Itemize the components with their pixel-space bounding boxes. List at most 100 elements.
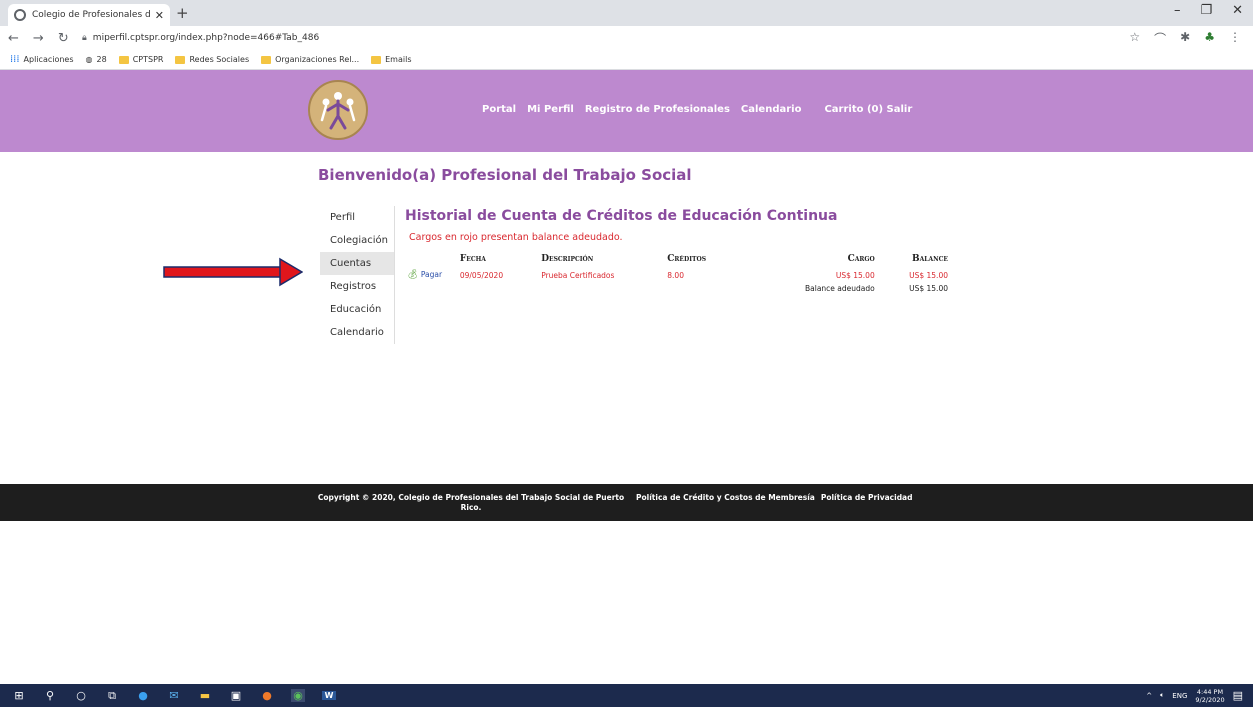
system-clock[interactable]: 4:44 PM 9/2/2020 — [1195, 688, 1224, 704]
cell-balance: US$ 15.00 — [909, 270, 948, 280]
main-nav: Portal Mi Perfil Registro de Profesional… — [482, 104, 912, 115]
cell-cargo: US$ 15.00 — [835, 270, 875, 280]
people-logo-icon — [320, 92, 356, 130]
col-creditos: Créditos — [667, 254, 707, 264]
folder-icon — [371, 55, 382, 64]
footer-links: Política de Crédito y Costos de Membresí… — [636, 493, 913, 502]
file-explorer-icon[interactable]: ▬ — [198, 689, 212, 702]
site-favicon-icon — [14, 9, 26, 21]
nav-portal[interactable]: Portal — [482, 104, 516, 115]
sidebar-item-colegiacion[interactable]: Colegiación — [320, 229, 394, 252]
folder-icon — [261, 55, 272, 64]
red-charges-notice: Cargos en rojo presentan balance adeudad… — [409, 232, 623, 243]
sidebar-item-calendario[interactable]: Calendario — [320, 321, 394, 344]
profile-sidebar: Perfil Colegiación Cuentas Registros Edu… — [320, 206, 395, 344]
bookmark-cptspr[interactable]: CPTSPR — [118, 55, 163, 64]
maximize-button[interactable]: ❐ — [1200, 3, 1212, 18]
apps-grid-icon: ⁞⁞⁞ — [10, 54, 20, 65]
system-tray: ^ 🔈︎ ENG 4:44 PM 9/2/2020 ▤ — [1146, 684, 1243, 707]
nav-mi-perfil[interactable]: Mi Perfil — [527, 104, 574, 115]
clock-date: 9/2/2020 — [1195, 695, 1225, 704]
footer-link-privacy[interactable]: Política de Privacidad — [821, 493, 913, 502]
windows-start-icon[interactable]: ⊞ — [12, 689, 26, 702]
table-row: 💰︎ Pagar 09/05/2020 Prueba Certificados … — [405, 268, 950, 282]
browser-toolbar: ← → ↻ 🔒︎ miperfil.cptspr.org/index.php?n… — [0, 26, 1253, 50]
section-title: Historial de Cuenta de Créditos de Educa… — [405, 208, 838, 224]
bookmark-redes-sociales[interactable]: Redes Sociales — [175, 55, 249, 64]
cortana-icon[interactable]: ○ — [74, 689, 88, 702]
bookmarks-bar: ⁞⁞⁞ Aplicaciones ◍ 28 CPTSPR Redes Sociale… — [0, 50, 1253, 70]
site-footer: Copyright © 2020, Colegio de Profesional… — [0, 484, 1253, 521]
page-title: Bienvenido(a) Profesional del Trabajo So… — [318, 166, 692, 184]
extensions-area: ☆ ⌒ ✱ ♣ ⋮ — [1129, 30, 1241, 47]
star-icon[interactable]: ☆ — [1129, 30, 1140, 47]
red-arrow-annotation-icon — [163, 257, 303, 287]
sidebar-item-cuentas[interactable]: Cuentas — [320, 252, 394, 275]
globe-icon: ◍ — [85, 55, 93, 64]
copyright-text: Copyright © 2020, Colegio de Profesional… — [317, 493, 625, 512]
ledger-table: Fecha Descripción Créditos Cargo Balance… — [405, 254, 950, 295]
speaker-icon[interactable]: 🔈︎ — [1160, 691, 1164, 700]
close-window-button[interactable]: ✕ — [1232, 3, 1243, 18]
lock-icon: 🔒︎ — [82, 33, 87, 43]
col-fecha: Fecha — [459, 254, 486, 264]
address-bar[interactable]: 🔒︎ miperfil.cptspr.org/index.php?node=46… — [82, 29, 1122, 47]
total-value: US$ 15.00 — [909, 284, 948, 293]
folder-icon — [118, 55, 129, 64]
extension-icon[interactable]: ⌒ — [1154, 30, 1166, 47]
bookmark-emails[interactable]: Emails — [371, 55, 412, 64]
notifications-icon[interactable]: ▤ — [1233, 689, 1243, 702]
sidebar-item-educacion[interactable]: Educación — [320, 298, 394, 321]
browser-tabstrip: Colegio de Profesionales del Tra ✕ + – ❐… — [0, 0, 1253, 26]
nav-registro-profesionales[interactable]: Registro de Profesionales — [585, 104, 730, 115]
clock-time: 4:44 PM — [1196, 687, 1224, 696]
back-icon[interactable]: ← — [8, 31, 19, 46]
col-cargo: Cargo — [847, 254, 875, 264]
total-label: Balance adeudado — [805, 284, 875, 293]
chevron-up-icon[interactable]: ^ — [1146, 692, 1152, 700]
total-row: Balance adeudado US$ 15.00 — [405, 282, 950, 295]
nav-calendario[interactable]: Calendario — [741, 104, 802, 115]
task-view-icon[interactable]: ⧉ — [105, 689, 119, 703]
browser-tab[interactable]: Colegio de Profesionales del Tra ✕ — [8, 4, 170, 26]
search-icon[interactable]: ⚲ — [43, 689, 57, 702]
cell-descripcion: Prueba Certificados — [541, 270, 615, 280]
language-indicator[interactable]: ENG — [1172, 692, 1187, 700]
reload-icon[interactable]: ↻ — [58, 31, 69, 46]
windows-taskbar: ⊞ ⚲ ○ ⧉ ● ✉ ▬ ▣ ● ◉ W ^ 🔈︎ ENG 4:44 PM 9… — [0, 684, 1253, 707]
mail-icon[interactable]: ✉ — [167, 689, 181, 702]
word-icon[interactable]: W — [322, 691, 336, 700]
forward-icon[interactable]: → — [33, 31, 44, 46]
folder-icon — [175, 55, 186, 64]
cell-creditos: 8.00 — [667, 270, 684, 280]
account-history: Historial de Cuenta de Créditos de Educa… — [405, 208, 965, 293]
site-logo[interactable] — [308, 80, 368, 140]
chrome-icon[interactable]: ◉ — [291, 689, 305, 702]
money-bag-icon: 💰︎ — [407, 270, 419, 280]
sidebar-item-registros[interactable]: Registros — [320, 275, 394, 298]
footer-link-credit-policy[interactable]: Política de Crédito y Costos de Membresí… — [636, 493, 815, 502]
bookmark-28[interactable]: ◍ 28 — [86, 55, 107, 64]
url-text: miperfil.cptspr.org/index.php?node=466#T… — [92, 33, 320, 43]
profile-avatar-icon[interactable]: ♣ — [1204, 30, 1215, 47]
col-descripcion: Descripción — [541, 254, 594, 264]
menu-kebab-icon[interactable]: ⋮ — [1229, 30, 1241, 47]
bookmark-apps[interactable]: ⁞⁞⁞ Aplicaciones — [10, 54, 74, 65]
site-header: Portal Mi Perfil Registro de Profesional… — [0, 70, 1253, 152]
table-header-row: Fecha Descripción Créditos Cargo Balance — [405, 254, 950, 268]
sidebar-item-perfil[interactable]: Perfil — [320, 206, 394, 229]
puzzle-icon[interactable]: ✱ — [1180, 30, 1190, 47]
col-balance: Balance — [912, 254, 948, 264]
pay-link[interactable]: 💰︎ Pagar — [405, 268, 458, 282]
bookmark-organizaciones[interactable]: Organizaciones Rel... — [261, 55, 359, 64]
nav-carrito-salir[interactable]: Carrito (0) Salir — [824, 104, 912, 115]
edge-browser-icon[interactable]: ● — [136, 689, 150, 702]
minimize-button[interactable]: – — [1174, 3, 1181, 18]
store-icon[interactable]: ▣ — [229, 689, 243, 702]
firefox-icon[interactable]: ● — [260, 689, 274, 702]
tab-close-icon[interactable]: ✕ — [155, 9, 164, 22]
new-tab-button[interactable]: + — [176, 4, 189, 22]
tab-title: Colegio de Profesionales del Tra — [32, 10, 151, 20]
window-controls: – ❐ ✕ — [1174, 3, 1243, 18]
cell-fecha: 09/05/2020 — [459, 270, 504, 280]
